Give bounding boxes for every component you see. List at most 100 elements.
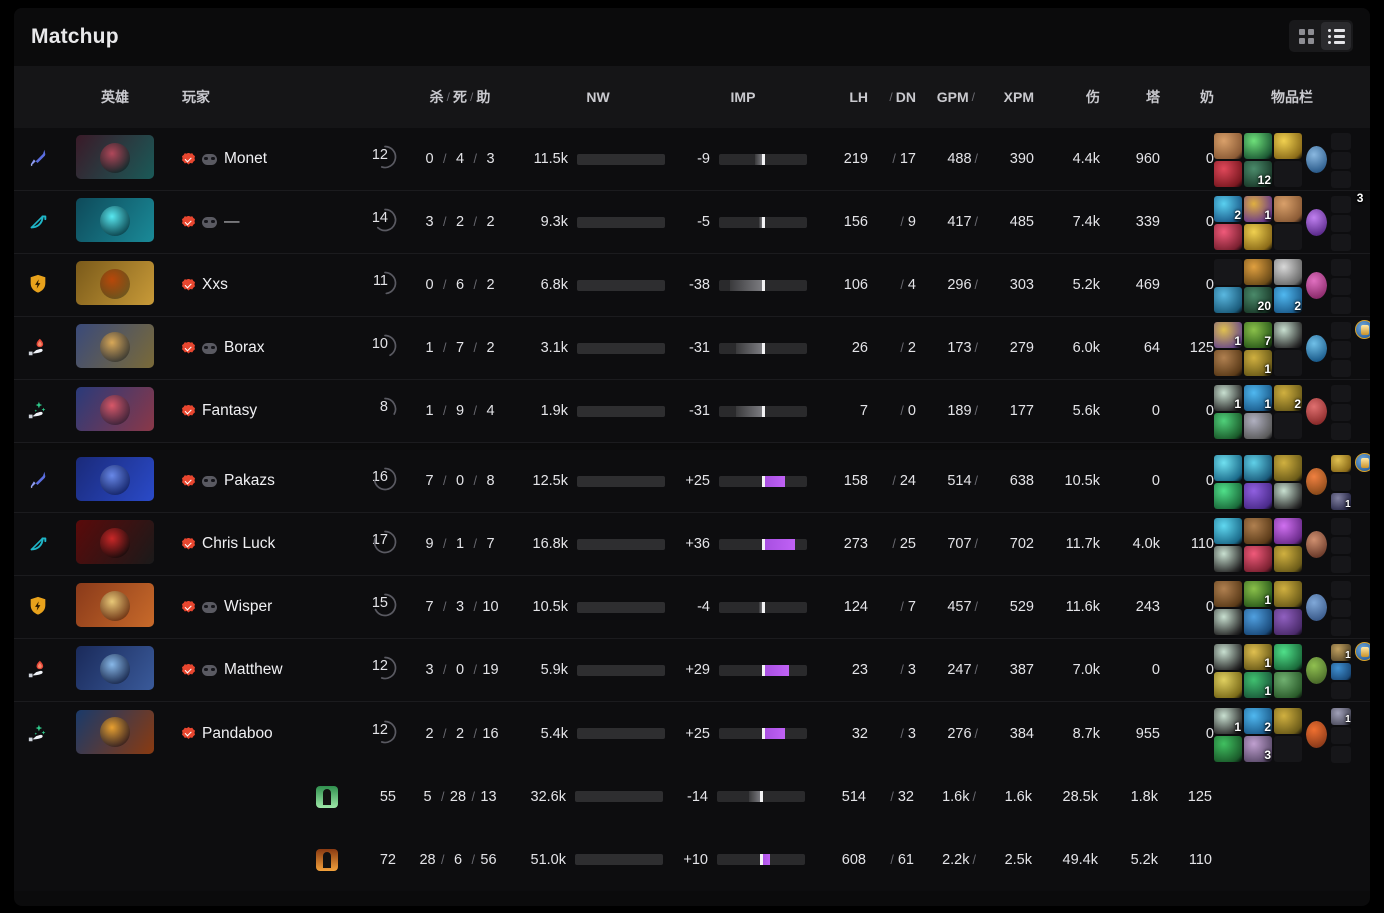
neutral-item-slot[interactable] [1306, 398, 1327, 425]
item-slot[interactable]: 2 [1214, 196, 1242, 222]
item-slot[interactable] [1214, 483, 1242, 509]
item-slot[interactable]: 1 [1214, 385, 1242, 411]
item-slot[interactable] [1244, 259, 1272, 285]
item-slot[interactable] [1214, 133, 1242, 159]
backpack-slot[interactable] [1330, 322, 1351, 339]
neutral-item-slot[interactable] [1306, 468, 1327, 495]
backpack-slot[interactable] [1330, 619, 1351, 636]
table-row[interactable]: Pakazs 16 7/ 0/ 8 12.5k +25 158 / 24 514… [14, 450, 1370, 513]
hero-portrait[interactable] [76, 520, 154, 564]
cell-hero[interactable] [62, 583, 168, 631]
cell-hero[interactable] [62, 709, 168, 758]
item-slot[interactable] [1214, 735, 1242, 762]
item-slot[interactable] [1274, 350, 1302, 376]
item-slot[interactable]: 1 [1244, 385, 1272, 411]
item-slot[interactable] [1244, 224, 1272, 250]
cell-hero[interactable] [62, 135, 168, 183]
backpack-slot[interactable] [1330, 663, 1351, 680]
cell-player[interactable]: Fantasy [168, 402, 354, 420]
cell-player[interactable]: — [168, 213, 354, 231]
cell-player[interactable]: Borax [168, 339, 354, 357]
item-slot[interactable] [1214, 161, 1242, 187]
item-slot[interactable] [1244, 546, 1272, 572]
neutral-item-slot[interactable] [1306, 272, 1327, 299]
item-slot[interactable] [1274, 644, 1302, 670]
table-row[interactable]: Borax 10 1/ 7/ 2 3.1k -31 26 / 2 173/ 27… [14, 317, 1370, 380]
item-slot[interactable] [1244, 455, 1272, 481]
item-slot[interactable] [1274, 455, 1302, 481]
hero-portrait[interactable] [76, 583, 154, 627]
item-slot[interactable] [1274, 735, 1302, 762]
item-slot[interactable] [1214, 644, 1242, 670]
backpack-slot[interactable] [1330, 600, 1351, 617]
backpack-slot[interactable] [1330, 385, 1351, 402]
item-slot[interactable] [1244, 483, 1272, 509]
cell-hero[interactable] [62, 646, 168, 694]
table-row[interactable]: Matthew 12 3/ 0/ 19 5.9k +29 23 / 3 247/… [14, 639, 1370, 702]
table-row[interactable]: Wisper 15 7/ 3/ 10 10.5k -4 124 / 7 457/… [14, 576, 1370, 639]
cell-player[interactable]: Chris Luck [168, 535, 354, 553]
item-slot[interactable] [1244, 518, 1272, 544]
backpack-slot[interactable] [1330, 745, 1351, 763]
item-slot[interactable] [1274, 259, 1302, 285]
item-slot[interactable]: 2 [1244, 707, 1272, 734]
backpack-slot[interactable] [1330, 726, 1351, 744]
backpack-slot[interactable] [1330, 133, 1351, 150]
item-slot[interactable]: 12 [1244, 161, 1272, 187]
cell-hero[interactable] [62, 198, 168, 246]
hero-portrait[interactable] [76, 646, 154, 690]
neutral-item-slot[interactable] [1306, 657, 1327, 684]
backpack-slot[interactable] [1330, 196, 1351, 213]
item-slot[interactable] [1214, 581, 1242, 607]
item-slot[interactable] [1274, 707, 1302, 734]
backpack-slot[interactable] [1330, 581, 1351, 598]
hero-portrait[interactable] [76, 324, 154, 368]
hero-portrait[interactable] [76, 709, 154, 754]
item-slot[interactable]: 1 [1244, 644, 1272, 670]
view-toggle-group[interactable] [1289, 20, 1353, 52]
backpack-slot[interactable] [1330, 171, 1351, 188]
item-slot[interactable]: 1 [1244, 581, 1272, 607]
item-slot[interactable]: 2 [1274, 287, 1302, 313]
item-slot[interactable] [1214, 224, 1242, 250]
item-slot[interactable] [1214, 413, 1242, 439]
cell-player[interactable]: Pandaboo [168, 725, 354, 743]
backpack-slot[interactable] [1330, 518, 1351, 535]
item-slot[interactable]: 20 [1244, 287, 1272, 313]
cell-player[interactable]: Pakazs [168, 472, 354, 490]
backpack-slot[interactable] [1330, 682, 1351, 699]
grid-view-button[interactable] [1291, 22, 1321, 50]
cell-hero[interactable] [62, 457, 168, 505]
item-slot[interactable] [1214, 455, 1242, 481]
item-slot[interactable] [1214, 287, 1242, 313]
list-view-button[interactable] [1321, 22, 1351, 50]
item-slot[interactable] [1274, 581, 1302, 607]
item-slot[interactable] [1214, 518, 1242, 544]
hero-portrait[interactable] [76, 135, 154, 179]
backpack-slot[interactable] [1330, 556, 1351, 573]
backpack-slot[interactable] [1330, 474, 1351, 491]
item-slot[interactable]: 1 [1244, 196, 1272, 222]
table-row[interactable]: Pandaboo 12 2/ 2/ 16 5.4k +25 32 / 3 276… [14, 702, 1370, 765]
item-slot[interactable] [1274, 546, 1302, 572]
item-slot[interactable] [1274, 609, 1302, 635]
backpack-slot[interactable] [1330, 259, 1351, 276]
backpack-slot[interactable] [1330, 537, 1351, 554]
backpack-slot[interactable] [1330, 423, 1351, 440]
backpack-slot[interactable]: 1 [1330, 493, 1351, 510]
backpack-slot[interactable] [1330, 455, 1351, 472]
item-slot[interactable] [1274, 518, 1302, 544]
cell-hero[interactable] [62, 520, 168, 568]
table-row[interactable]: — 14 3/ 2/ 2 9.3k -5 156 / 9 417/ 485 7.… [14, 191, 1370, 254]
backpack-slot[interactable]: 1 [1330, 644, 1351, 661]
item-slot[interactable] [1244, 609, 1272, 635]
hero-portrait[interactable] [76, 261, 154, 305]
neutral-item-slot[interactable] [1306, 146, 1327, 173]
neutral-item-slot[interactable] [1306, 594, 1327, 621]
cell-hero[interactable] [62, 387, 168, 435]
hero-portrait[interactable] [76, 387, 154, 431]
backpack-slot[interactable] [1330, 234, 1351, 251]
backpack-slot[interactable] [1330, 215, 1351, 232]
item-slot[interactable] [1274, 672, 1302, 698]
item-slot[interactable] [1214, 350, 1242, 376]
